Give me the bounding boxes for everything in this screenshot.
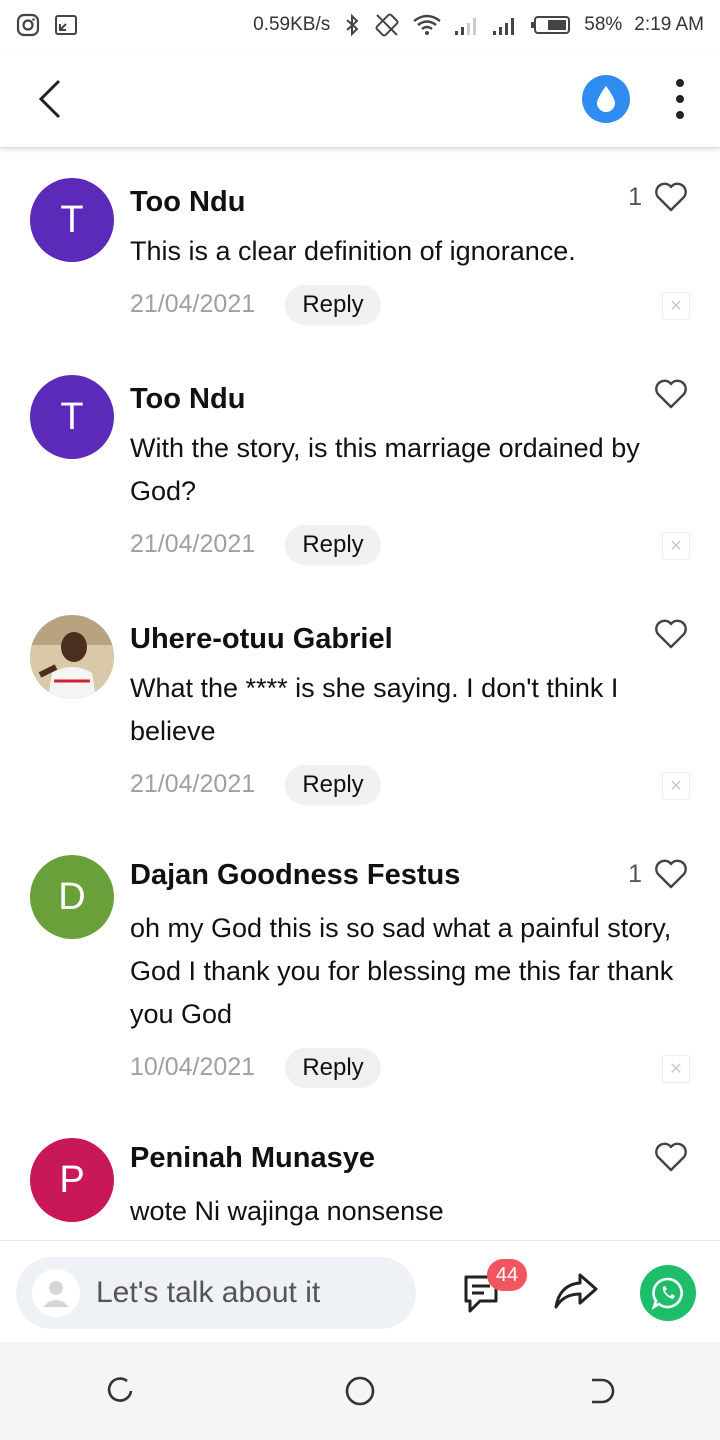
comment-date: 21/04/2021: [130, 530, 256, 558]
commenter-name[interactable]: Too Ndu: [130, 186, 245, 219]
app-bar: [0, 50, 720, 148]
comment-list[interactable]: T Too Ndu 1 This is a clear definition o…: [0, 150, 720, 1240]
screen-icon: [54, 13, 78, 37]
recents-icon: [107, 1377, 133, 1402]
avatar[interactable]: T: [30, 178, 114, 262]
comment-text: oh my God this is so sad what a painful …: [130, 913, 674, 1029]
heart-icon: [655, 859, 687, 889]
more-vertical-icon: [676, 78, 684, 87]
reply-button[interactable]: Reply: [285, 1048, 381, 1088]
commenter-name[interactable]: Peninah Munasye: [130, 1142, 375, 1175]
user-avatar-icon: [32, 1269, 80, 1317]
like-button[interactable]: [642, 1142, 688, 1172]
commenter-name[interactable]: Dajan Goodness Festus: [130, 859, 460, 892]
rotate-icon: [374, 12, 400, 38]
comment-text: wote Ni wajinga nonsense: [130, 1196, 444, 1226]
avatar[interactable]: P: [30, 1138, 114, 1222]
comment-date: 21/04/2021: [130, 290, 256, 318]
like-count: 1: [628, 182, 642, 211]
heart-icon: [655, 619, 687, 649]
back-nav-icon: [592, 1378, 615, 1404]
signal-icon: [492, 13, 518, 37]
reply-button[interactable]: Reply: [285, 765, 381, 805]
home-icon: [345, 1376, 375, 1406]
comment-count-badge: 44: [487, 1259, 527, 1291]
like-count: 1: [628, 859, 642, 888]
home-button[interactable]: [330, 1361, 390, 1421]
heart-icon: [655, 1142, 687, 1172]
comment-input-bar: Let's talk about it 44: [0, 1240, 720, 1342]
reply-button[interactable]: Reply: [285, 285, 381, 325]
comment-date: 10/04/2021: [130, 1053, 256, 1081]
whatsapp-icon: [651, 1277, 683, 1310]
heart-icon: [655, 379, 687, 409]
whatsapp-share-button[interactable]: [640, 1265, 696, 1321]
like-button[interactable]: [642, 619, 688, 649]
like-button[interactable]: 1: [628, 859, 688, 889]
comment-text: This is a clear definition of ignorance.: [130, 236, 576, 266]
avatar[interactable]: D: [30, 855, 114, 939]
network-speed: 0.59KB/s: [253, 14, 331, 35]
like-button[interactable]: 1: [628, 182, 688, 212]
back-nav-button[interactable]: [570, 1361, 630, 1421]
water-drop-button[interactable]: [582, 74, 630, 123]
comment-text: With the story, is this marriage ordaine…: [130, 433, 640, 506]
close-icon[interactable]: ✕: [662, 292, 690, 320]
share-button[interactable]: [552, 1267, 600, 1315]
comment-date: 21/04/2021: [130, 770, 256, 798]
profile-photo: [30, 615, 114, 699]
status-bar: 0.59KB/s 58% 2:19 AM: [0, 0, 720, 50]
signal-icon: [454, 13, 480, 37]
water-drop-icon: [597, 85, 615, 112]
battery-icon: [530, 14, 572, 36]
battery-level: 58%: [584, 14, 623, 35]
chevron-left-icon: [38, 79, 61, 118]
system-nav-bar: [0, 1342, 720, 1440]
avatar[interactable]: [30, 615, 114, 699]
comment-input[interactable]: Let's talk about it: [16, 1257, 416, 1329]
commenter-name[interactable]: Too Ndu: [130, 383, 245, 416]
comment-input-placeholder: Let's talk about it: [96, 1276, 321, 1309]
commenter-name[interactable]: Uhere-otuu Gabriel: [130, 623, 393, 656]
bluetooth-icon: [342, 13, 362, 37]
clock: 2:19 AM: [634, 14, 704, 35]
avatar[interactable]: T: [30, 375, 114, 459]
instagram-icon: [16, 13, 40, 37]
close-icon[interactable]: ✕: [662, 772, 690, 800]
close-icon[interactable]: ✕: [662, 532, 690, 560]
like-button[interactable]: [642, 379, 688, 409]
heart-icon: [655, 182, 687, 212]
back-button[interactable]: [30, 74, 70, 124]
reply-button[interactable]: Reply: [285, 525, 381, 565]
comment-text: What the **** is she saying. I don't thi…: [130, 673, 619, 746]
recents-button[interactable]: [90, 1361, 150, 1421]
wifi-icon: [412, 13, 442, 37]
more-options-button[interactable]: [670, 75, 690, 123]
close-icon[interactable]: ✕: [662, 1055, 690, 1083]
share-icon: [554, 1273, 598, 1309]
